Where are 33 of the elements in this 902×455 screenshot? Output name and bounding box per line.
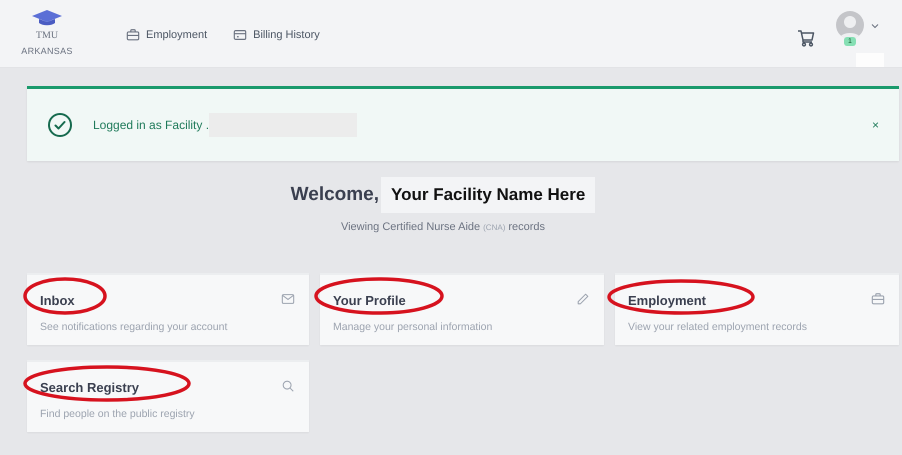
card-title: Your Profile: [333, 293, 406, 308]
dashboard-card[interactable]: Your Profile Manage your personal information: [320, 273, 604, 345]
card-description: Find people on the public registry: [40, 408, 195, 420]
card-title: Inbox: [40, 293, 75, 308]
card-title: Employment: [628, 293, 706, 308]
subtitle-text: Viewing Certified Nurse Aide: [340, 221, 480, 233]
envelope-icon: [281, 292, 295, 306]
briefcase-icon: [871, 292, 885, 306]
close-button[interactable]: ×: [872, 118, 879, 132]
alert-message: Logged in as Facility .: [93, 118, 210, 132]
logo-title: TMU: [36, 30, 58, 41]
facility-name: Your Facility Name Here: [381, 177, 596, 213]
search-icon: [281, 379, 295, 393]
dashboard-card[interactable]: Search Registry Find people on the public registry: [27, 360, 309, 432]
nav-link[interactable]: Billing History: [233, 28, 320, 42]
logo-subtitle: ARKANSAS: [21, 46, 73, 56]
chevron-down-icon[interactable]: [870, 21, 880, 31]
check-circle-icon: [47, 112, 73, 138]
dashboard-card[interactable]: Inbox See notifications regarding your account: [27, 273, 309, 345]
card-description: See notifications regarding your account: [40, 321, 228, 333]
card-title: Search Registry: [40, 380, 139, 395]
card-icon: [233, 28, 248, 42]
subtitle-text: records: [508, 221, 546, 233]
briefcase-icon: [126, 28, 140, 42]
cart-icon[interactable]: [796, 28, 816, 48]
welcome-heading: Welcome,: [290, 184, 380, 206]
pencil-icon: [576, 292, 590, 306]
card-description: View your related employment records: [628, 321, 807, 333]
nav-link[interactable]: Employment: [126, 28, 208, 42]
abbreviation-text: (CNA): [483, 223, 506, 232]
graduation-cap-icon: [32, 10, 62, 26]
dashboard-card[interactable]: Employment View your related employment records: [615, 273, 899, 345]
card-description: Manage your personal information: [333, 321, 492, 333]
